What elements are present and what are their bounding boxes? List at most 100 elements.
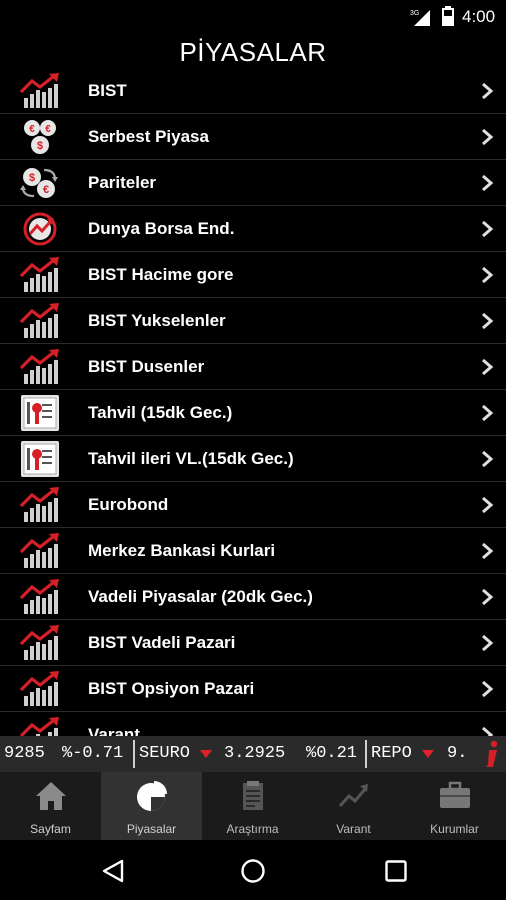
page-title: PİYASALAR: [179, 37, 327, 67]
ticker-separator: [133, 740, 135, 768]
bar-chart-icon: [19, 625, 60, 660]
chevron-right-icon: [482, 542, 494, 560]
network-label: 3G: [410, 10, 419, 17]
tab-varant[interactable]: Varant: [303, 772, 404, 840]
chevron-right-icon: [482, 358, 494, 376]
chevron-right-icon: [482, 174, 494, 192]
down-arrow-icon: [422, 750, 434, 758]
menu-row[interactable]: € € $ Serbest Piyasa: [0, 114, 506, 160]
tab-label: Piyasalar: [126, 822, 177, 836]
ticker-partial-value: 9285: [4, 744, 45, 763]
ticker-value: 9.: [447, 744, 468, 763]
signal-3g-icon: 3G: [410, 10, 430, 26]
menu-row-label: BIST Hacime gore: [88, 265, 234, 284]
info-icon[interactable]: [476, 738, 506, 770]
menu-row-label: Pariteler: [88, 173, 157, 192]
menu-row[interactable]: BIST Hacime gore: [0, 252, 506, 298]
menu-row-label: Tahvil (15dk Gec.): [88, 403, 233, 422]
menu-row-label: BIST: [88, 81, 127, 100]
globe-chart-icon: [23, 212, 57, 246]
back-icon[interactable]: [100, 858, 126, 884]
document-icon: [243, 781, 263, 810]
menu-row-label: BIST Vadeli Pazari: [88, 633, 236, 652]
system-nav-bar: [0, 840, 506, 900]
menu-row[interactable]: BIST Opsiyon Pazari: [0, 666, 506, 712]
tab-label: Sayfam: [30, 822, 71, 836]
chevron-right-icon: [482, 450, 494, 468]
bar-chart-icon: [19, 533, 60, 568]
tab-label: Kurumlar: [430, 822, 479, 836]
chevron-right-icon: [482, 634, 494, 652]
ticker-symbol: REPO: [371, 744, 412, 763]
menu-row-label: Tahvil ileri VL.(15dk Gec.): [88, 449, 294, 468]
bar-chart-icon: [19, 717, 60, 736]
menu-row[interactable]: BIST Vadeli Pazari: [0, 620, 506, 666]
currency-exchange-icon: $€: [20, 168, 58, 198]
svg-text:€: €: [43, 184, 49, 196]
menu-row-label: Eurobond: [88, 495, 169, 514]
home-icon: [36, 782, 66, 810]
menu-row-label: Merkez Bankasi Kurlari: [88, 541, 276, 560]
bar-chart-icon: [19, 579, 60, 614]
svg-text:$: $: [37, 140, 43, 152]
home-circle-icon[interactable]: [240, 858, 266, 884]
market-menu-list: BIST € € $ Serbest Piyasa $ € Pariteler Dunya Bo…: [0, 68, 506, 736]
svg-text:$: $: [29, 172, 35, 184]
tab-label: Varant: [336, 822, 371, 836]
menu-row[interactable]: $ € Pariteler: [0, 160, 506, 206]
chevron-right-icon: [482, 266, 494, 284]
down-arrow-icon: [200, 750, 212, 758]
chevron-right-icon: [482, 726, 494, 736]
tab-arastirma[interactable]: Araştırma: [202, 772, 303, 840]
bar-chart-icon: [19, 257, 60, 292]
bar-chart-icon: [19, 73, 60, 108]
menu-row[interactable]: BIST Dusenler: [0, 344, 506, 390]
currency-coins-icon: € €$: [24, 120, 56, 154]
menu-row[interactable]: Dunya Borsa End.: [0, 206, 506, 252]
chevron-right-icon: [482, 496, 494, 514]
tab-sayfam[interactable]: Sayfam: [0, 772, 101, 840]
menu-row-label: BIST Dusenler: [88, 357, 205, 376]
status-bar: 3G 4:00: [0, 0, 506, 33]
menu-row[interactable]: Varant: [0, 712, 506, 736]
menu-row[interactable]: Merkez Bankasi Kurlari: [0, 528, 506, 574]
trend-chart-icon: [338, 784, 368, 808]
chevron-right-icon: [482, 220, 494, 238]
menu-row-label: BIST Yukselenler: [88, 311, 226, 330]
svg-text:€: €: [45, 124, 51, 135]
tab-piyasalar[interactable]: Piyasalar: [101, 772, 202, 840]
chevron-right-icon: [482, 128, 494, 146]
market-ticker[interactable]: 9285 %-0.71 SEURO 3.2925 %0.21 REPO 9.: [0, 736, 506, 772]
chevron-right-icon: [482, 312, 494, 330]
briefcase-icon: [440, 781, 470, 808]
ticker-change: %0.21: [306, 744, 358, 763]
menu-row[interactable]: Tahvil (15dk Gec.): [0, 390, 506, 436]
bond-certificate-icon: [21, 441, 59, 477]
bar-chart-icon: [19, 303, 60, 338]
menu-row[interactable]: Vadeli Piyasalar (20dk Gec.): [0, 574, 506, 620]
bar-chart-icon: [19, 487, 60, 522]
bar-chart-icon: [19, 349, 60, 384]
tab-kurumlar[interactable]: Kurumlar: [404, 772, 505, 840]
menu-row-label: BIST Opsiyon Pazari: [88, 679, 255, 698]
svg-text:€: €: [29, 124, 35, 135]
menu-row-label: Serbest Piyasa: [88, 127, 209, 146]
pie-chart-icon: [137, 781, 167, 811]
menu-row-label: Dunya Borsa End.: [88, 219, 235, 238]
ticker-separator: [365, 740, 367, 768]
bottom-tab-bar: Sayfam Piyasalar Araştırma Varant Kuruml…: [0, 772, 506, 840]
chevron-right-icon: [482, 82, 494, 100]
menu-row[interactable]: BIST: [0, 68, 506, 114]
ticker-symbol: SEURO: [139, 744, 191, 763]
clock: 4:00: [462, 7, 496, 26]
menu-row[interactable]: Eurobond: [0, 482, 506, 528]
menu-row[interactable]: BIST Yukselenler: [0, 298, 506, 344]
ticker-partial-change: %-0.71: [62, 744, 124, 763]
menu-row[interactable]: Tahvil ileri VL.(15dk Gec.): [0, 436, 506, 482]
tab-label: Araştırma: [226, 822, 279, 836]
chevron-right-icon: [482, 588, 494, 606]
recents-icon[interactable]: [383, 858, 409, 884]
chevron-right-icon: [482, 404, 494, 422]
chevron-right-icon: [482, 680, 494, 698]
menu-row-label: Vadeli Piyasalar (20dk Gec.): [88, 587, 313, 606]
